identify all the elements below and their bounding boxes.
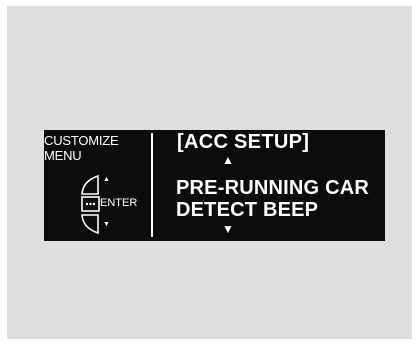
title-line-1: CUSTOMIZE <box>44 133 119 148</box>
scroll-down-arrow-icon: ▼ <box>222 222 234 236</box>
screen-header: [ACC SETUP] <box>177 131 310 153</box>
illustration-frame: CUSTOMIZE MENU ▲ ENTER ▼ [ACC SETUP] ▲ P… <box>7 6 412 339</box>
scroll-up-arrow-icon: ▲ <box>222 153 234 167</box>
display-divider <box>151 133 153 237</box>
info-display: CUSTOMIZE MENU ▲ ENTER ▼ [ACC SETUP] ▲ P… <box>44 130 385 241</box>
title-line-2: MENU <box>44 148 82 163</box>
menu-item-line-1: PRE-RUNNING CAR <box>176 177 369 199</box>
customize-menu-title: CUSTOMIZE MENU <box>44 133 119 163</box>
menu-item-line-2: DETECT BEEP <box>176 199 319 221</box>
knob-down-arrow-icon: ▼ <box>103 221 110 228</box>
knob-up-arrow-icon: ▲ <box>103 176 110 183</box>
enter-label: ENTER <box>100 197 138 209</box>
